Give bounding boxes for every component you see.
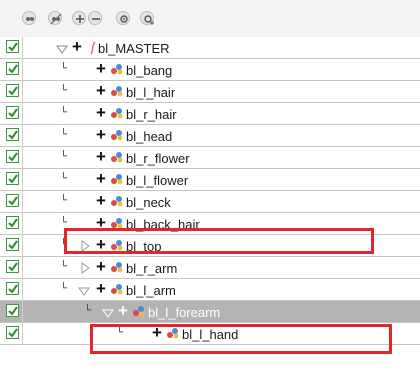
column-divider [22, 125, 23, 147]
master-peg-icon [88, 40, 98, 61]
layer-row-bl-l-hair[interactable]: └ + bl_l_hair [0, 81, 420, 103]
column-divider [22, 279, 23, 301]
tree-branch-icon: └ [60, 261, 68, 272]
tree-branch-icon: └ [60, 63, 68, 74]
visibility-checkbox[interactable] [6, 40, 19, 53]
column-divider [22, 213, 23, 235]
tree-branch-icon: └ [60, 107, 68, 118]
collapsed-arrow-icon[interactable] [80, 261, 90, 279]
visibility-checkbox[interactable] [6, 260, 19, 273]
tree-branch-icon: └ [60, 195, 68, 206]
layer-name: bl_r_hair [126, 107, 177, 122]
drawing-peg-icon [110, 260, 124, 279]
visibility-checkbox[interactable] [6, 238, 19, 251]
plus-icon: + [96, 279, 106, 298]
gear-add-icon[interactable] [140, 11, 154, 25]
layer-name: bl_bang [126, 63, 173, 78]
drawing-peg-icon [110, 62, 124, 81]
drawing-peg-icon [110, 282, 124, 301]
collapse-icon[interactable] [88, 11, 102, 25]
visibility-checkbox[interactable] [6, 150, 19, 163]
hide-all-icon[interactable] [48, 11, 62, 25]
plus-icon: + [96, 59, 106, 78]
expand-arrow-icon[interactable] [56, 41, 68, 59]
drawing-peg-icon [110, 128, 124, 147]
layer-row-bl-r-hair[interactable]: └ + bl_r_hair [0, 103, 420, 125]
layer-name: bl_MASTER [98, 41, 170, 56]
column-divider [22, 59, 23, 81]
plus-icon: + [96, 191, 106, 210]
layer-name: bl_r_arm [126, 261, 178, 276]
drawing-peg-icon [110, 194, 124, 213]
tree-branch-icon: └ [60, 129, 68, 140]
visibility-checkbox[interactable] [6, 282, 19, 295]
layer-row-bl-l-forearm[interactable]: └ + bl_l_forearm [0, 301, 420, 323]
toolbar [0, 0, 420, 37]
visibility-checkbox[interactable] [6, 84, 19, 97]
drawing-peg-icon [110, 150, 124, 169]
layer-name: bl_l_arm [126, 283, 176, 298]
visibility-checkbox[interactable] [6, 216, 19, 229]
plus-icon: + [96, 125, 106, 144]
plus-icon: + [96, 103, 106, 122]
tree-branch-icon: └ [60, 151, 68, 162]
layer-row-bl-bang[interactable]: └ + bl_bang [0, 59, 420, 81]
layer-name: bl_head [126, 129, 173, 144]
plus-icon: + [96, 147, 106, 166]
layer-name: bl_r_flower [126, 151, 190, 166]
expand-icon[interactable] [72, 11, 86, 25]
plus-icon: + [72, 37, 82, 56]
layer-name: bl_l_hair [126, 85, 176, 100]
plus-icon: + [96, 169, 106, 188]
highlight-box-bl-l-forearm [90, 324, 392, 354]
expand-arrow-icon[interactable] [78, 283, 90, 301]
visibility-checkbox[interactable] [6, 304, 19, 317]
column-divider [22, 235, 23, 257]
tree-branch-icon: └ [60, 173, 68, 184]
plus-icon: + [96, 81, 106, 100]
column-divider [22, 323, 23, 345]
column-divider [22, 103, 23, 125]
plus-icon: + [118, 301, 128, 320]
tree-branch-icon: └ [60, 85, 68, 96]
layer-row-bl-r-flower[interactable]: └ + bl_r_flower [0, 147, 420, 169]
layer-row-bl-master[interactable]: + bl_MASTER [0, 37, 420, 59]
visibility-checkbox[interactable] [6, 62, 19, 75]
plus-icon: + [96, 257, 106, 276]
column-divider [22, 169, 23, 191]
column-divider [22, 301, 23, 323]
visibility-checkbox[interactable] [6, 194, 19, 207]
gear-icon[interactable] [116, 11, 130, 25]
column-divider [22, 257, 23, 279]
expand-arrow-icon[interactable] [102, 305, 114, 323]
column-divider [22, 191, 23, 213]
tree-branch-icon: └ [60, 283, 68, 294]
layer-row-bl-head[interactable]: └ + bl_head [0, 125, 420, 147]
layer-row-bl-neck[interactable]: └ + bl_neck [0, 191, 420, 213]
tree-branch-icon: └ [84, 305, 92, 316]
layer-name: bl_l_forearm [148, 305, 221, 320]
highlight-box-bl-top [64, 228, 374, 254]
layer-name: bl_l_flower [126, 173, 189, 188]
layer-row-bl-l-arm[interactable]: └ + bl_l_arm [0, 279, 420, 301]
drawing-peg-icon [132, 304, 146, 323]
visibility-checkbox[interactable] [6, 172, 19, 185]
show-all-icon[interactable] [22, 11, 36, 25]
visibility-checkbox[interactable] [6, 326, 19, 339]
column-divider [22, 37, 23, 59]
drawing-peg-icon [110, 106, 124, 125]
drawing-peg-icon [110, 172, 124, 191]
column-divider [22, 81, 23, 103]
visibility-checkbox[interactable] [6, 106, 19, 119]
visibility-checkbox[interactable] [6, 128, 19, 141]
layer-row-bl-r-arm[interactable]: └ + bl_r_arm [0, 257, 420, 279]
layer-name: bl_neck [126, 195, 171, 210]
column-divider [22, 147, 23, 169]
tree-branch-icon: └ [60, 217, 68, 228]
drawing-peg-icon [110, 84, 124, 103]
layer-row-bl-l-flower[interactable]: └ + bl_l_flower [0, 169, 420, 191]
